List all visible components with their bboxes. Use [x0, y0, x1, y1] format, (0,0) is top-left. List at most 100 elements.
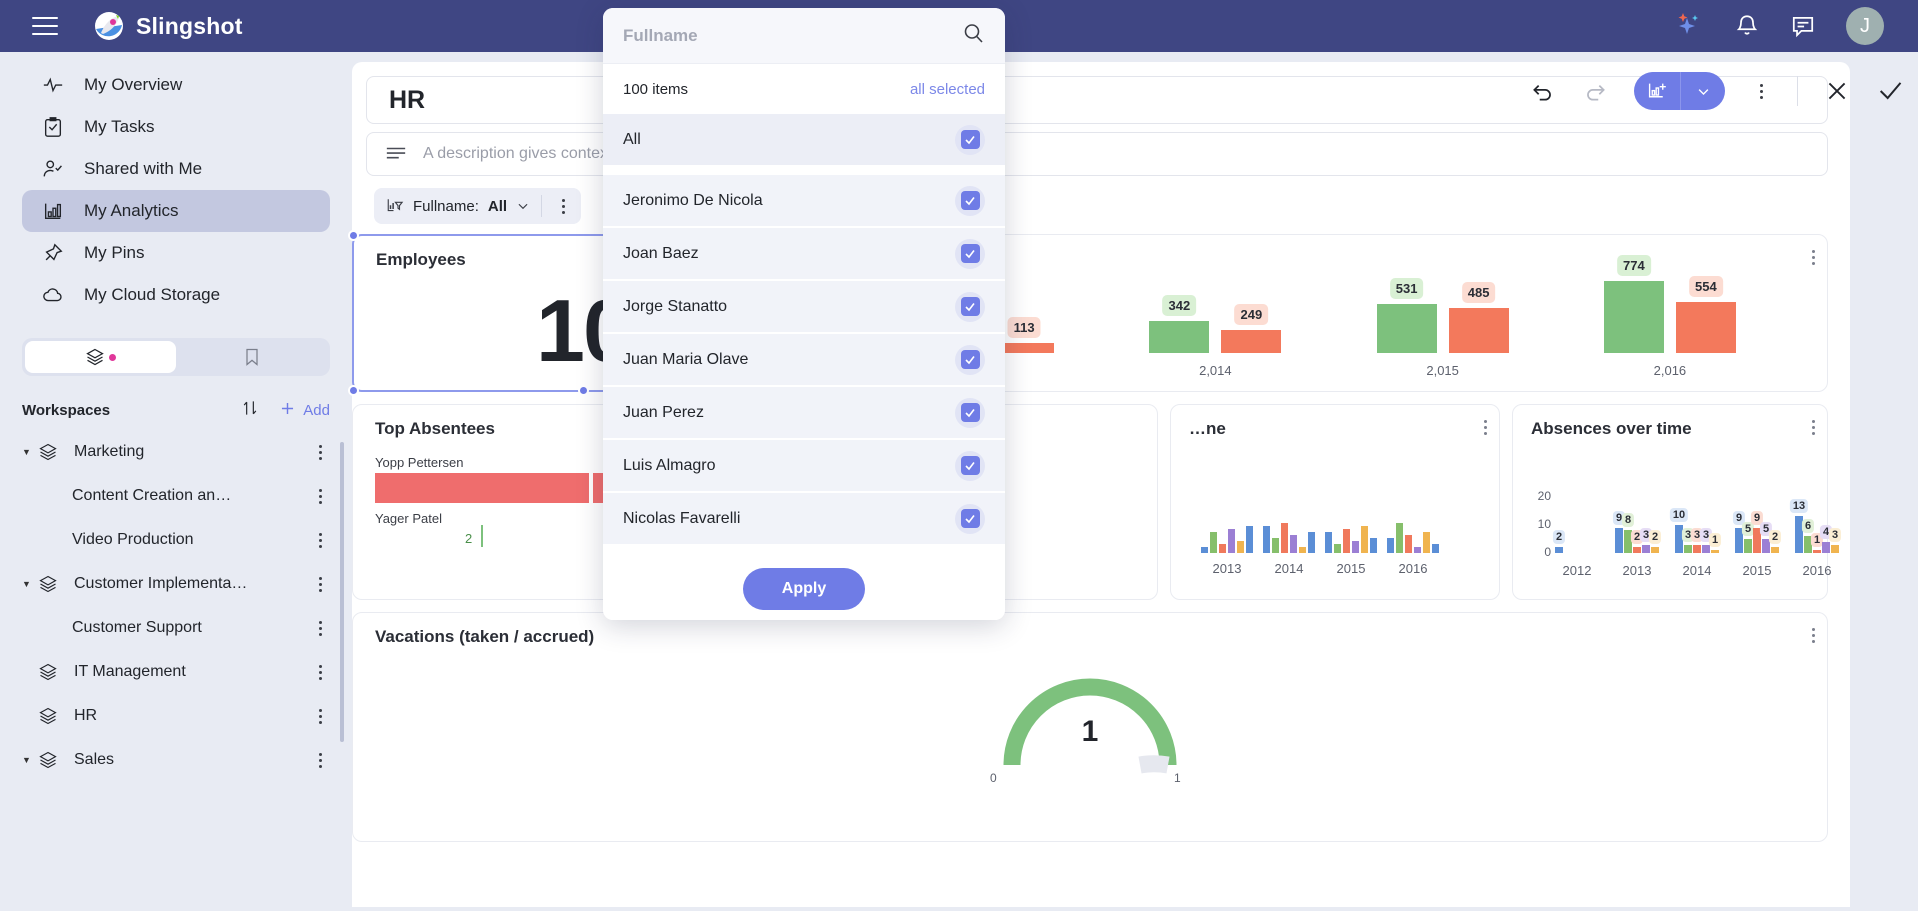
dropdown-item-label: Nicolas Favarelli	[623, 509, 741, 527]
expand-caret-icon[interactable]: ▼	[22, 755, 36, 765]
chart-y-tick: 20	[1537, 488, 1551, 503]
add-chart-button[interactable]	[1634, 72, 1725, 110]
add-chart-dropdown-icon[interactable]	[1681, 72, 1725, 110]
widget-absences-over-time[interactable]: Absences over time 0 10 20 2 2012 9 8 2 3 2 2013 10…	[1512, 404, 1842, 600]
chart-x-tick: 2016	[1398, 561, 1428, 576]
sidebar-item-my-cloud-storage[interactable]: My Cloud Storage	[22, 274, 330, 316]
search-icon[interactable]	[961, 21, 985, 50]
dropdown-item[interactable]: Joan Baez	[603, 228, 1005, 281]
all-selected-label[interactable]: all selected	[910, 81, 985, 98]
widget-over-time[interactable]: …ne 2013 2014 2015 2016	[1170, 404, 1500, 600]
checkbox[interactable]	[955, 185, 985, 216]
chart-bar	[1370, 538, 1377, 553]
checkbox[interactable]	[955, 450, 985, 481]
sidebar-item-my-overview[interactable]: My Overview	[22, 64, 330, 106]
toolbar-more-icon[interactable]	[1751, 81, 1771, 102]
workspace-label: Content Creation an…	[72, 487, 232, 504]
workspace-menu-icon[interactable]	[310, 750, 330, 771]
chart-data-label: 554	[1689, 275, 1723, 297]
dropdown-item[interactable]: Juan Maria Olave	[603, 334, 1005, 387]
chart-data-label: 774	[1617, 255, 1651, 277]
chevron-down-icon[interactable]	[516, 199, 530, 213]
chart-bar	[1396, 523, 1403, 553]
workspace-item[interactable]: ▼ Customer Implementa…	[22, 562, 330, 606]
checkbox[interactable]	[955, 291, 985, 322]
checkbox[interactable]	[955, 124, 985, 155]
apply-button[interactable]: Apply	[743, 568, 865, 610]
workspace-item[interactable]: Content Creation an…	[22, 474, 330, 518]
workspace-menu-icon[interactable]	[310, 574, 330, 595]
workspace-menu-icon[interactable]	[310, 706, 330, 727]
checkbox[interactable]	[955, 344, 985, 375]
dashboard-description-input[interactable]: A description gives context to your dash…	[366, 132, 1828, 176]
workspace-item[interactable]: Video Production	[22, 518, 330, 562]
dropdown-item[interactable]: Jorge Stanatto	[603, 281, 1005, 334]
chart-bar	[1237, 541, 1244, 553]
dropdown-item[interactable]: Jeronimo De Nicola	[603, 175, 1005, 228]
chart-bar	[1361, 526, 1368, 553]
sidebar-item-my-pins[interactable]: My Pins	[22, 232, 330, 274]
workspace-label: Customer Implementa…	[74, 575, 248, 592]
add-workspace-icon[interactable]	[278, 399, 297, 422]
workspace-menu-icon[interactable]	[310, 662, 330, 683]
filter-chip-fullname[interactable]: Fullname: All	[374, 188, 582, 224]
checkbox[interactable]	[955, 503, 985, 534]
dropdown-separator	[603, 167, 1005, 175]
search-input[interactable]	[623, 25, 961, 46]
workspace-item[interactable]: ▼ Marketing	[22, 430, 330, 474]
filter-chip-value: All	[487, 197, 508, 215]
chart-bar	[1642, 544, 1650, 553]
chart-x-tick: 2014	[1682, 563, 1712, 578]
workspace-menu-icon[interactable]	[310, 530, 330, 551]
close-icon[interactable]	[1824, 78, 1850, 104]
workspace-item[interactable]: IT Management	[22, 650, 330, 694]
sort-icon[interactable]	[240, 398, 260, 422]
dropdown-item-all[interactable]: All	[603, 114, 1005, 167]
chart-bar	[1651, 547, 1659, 553]
avatar[interactable]: J	[1846, 7, 1884, 45]
widget-title: Top Absentees	[375, 419, 495, 438]
workspace-menu-icon[interactable]	[310, 618, 330, 639]
notifications-bell-icon[interactable]	[1734, 13, 1760, 39]
filter-chart-icon	[387, 199, 404, 212]
sidebar-item-shared-with-me[interactable]: Shared with Me	[22, 148, 330, 190]
workspace-item[interactable]: HR	[22, 694, 330, 738]
add-workspace-label[interactable]: Add	[303, 402, 330, 419]
check-icon[interactable]	[1876, 77, 1904, 105]
expand-caret-icon[interactable]: ▼	[22, 447, 36, 457]
tab-bookmarks[interactable]	[176, 341, 327, 373]
layers-icon	[86, 348, 104, 366]
chart-data-label: 1	[1708, 533, 1722, 548]
widget-menu-icon[interactable]	[1812, 625, 1815, 646]
undo-icon[interactable]	[1530, 78, 1556, 104]
expand-caret-icon[interactable]: ▼	[22, 579, 36, 589]
dropdown-item[interactable]: Nicolas Favarelli	[603, 493, 1005, 546]
menu-icon[interactable]	[32, 17, 58, 35]
workspace-menu-icon[interactable]	[310, 486, 330, 507]
chart-x-tick: 2016	[1802, 563, 1832, 578]
messages-icon[interactable]	[1790, 13, 1816, 39]
dropdown-item-list[interactable]: All Jeronimo De Nicola Joan Baez Jorge Stan…	[603, 114, 1005, 558]
tab-workspaces[interactable]	[25, 341, 176, 373]
dropdown-item[interactable]: Juan Perez	[603, 387, 1005, 440]
redo-icon[interactable]	[1582, 78, 1608, 104]
chart-bar	[1387, 538, 1394, 553]
ai-sparkle-icon[interactable]	[1674, 12, 1704, 40]
workspace-item[interactable]: ▼ Sales	[22, 738, 330, 782]
dropdown-item[interactable]: Luis Almagro	[603, 440, 1005, 493]
add-chart-icon[interactable]	[1634, 72, 1680, 110]
dropdown-search-row	[603, 8, 1005, 64]
dashboard-sheet: HR A description gives context to your d…	[348, 62, 1850, 907]
checkbox[interactable]	[955, 238, 985, 269]
brand[interactable]: Slingshot	[94, 11, 243, 41]
checkbox[interactable]	[955, 397, 985, 428]
workspace-item[interactable]: Customer Support	[22, 606, 330, 650]
sidebar-scrollbar[interactable]	[340, 442, 344, 742]
filter-chip-menu-icon[interactable]	[553, 196, 573, 217]
sidebar-item-my-tasks[interactable]: My Tasks	[22, 106, 330, 148]
widget-vacations[interactable]: Vacations (taken / accrued) 1 0 1	[352, 612, 1828, 842]
chart-data-label: 3	[1828, 527, 1842, 542]
sidebar-item-my-analytics[interactable]: My Analytics	[22, 190, 330, 232]
workspace-menu-icon[interactable]	[310, 442, 330, 463]
chart-bar	[1831, 544, 1839, 553]
